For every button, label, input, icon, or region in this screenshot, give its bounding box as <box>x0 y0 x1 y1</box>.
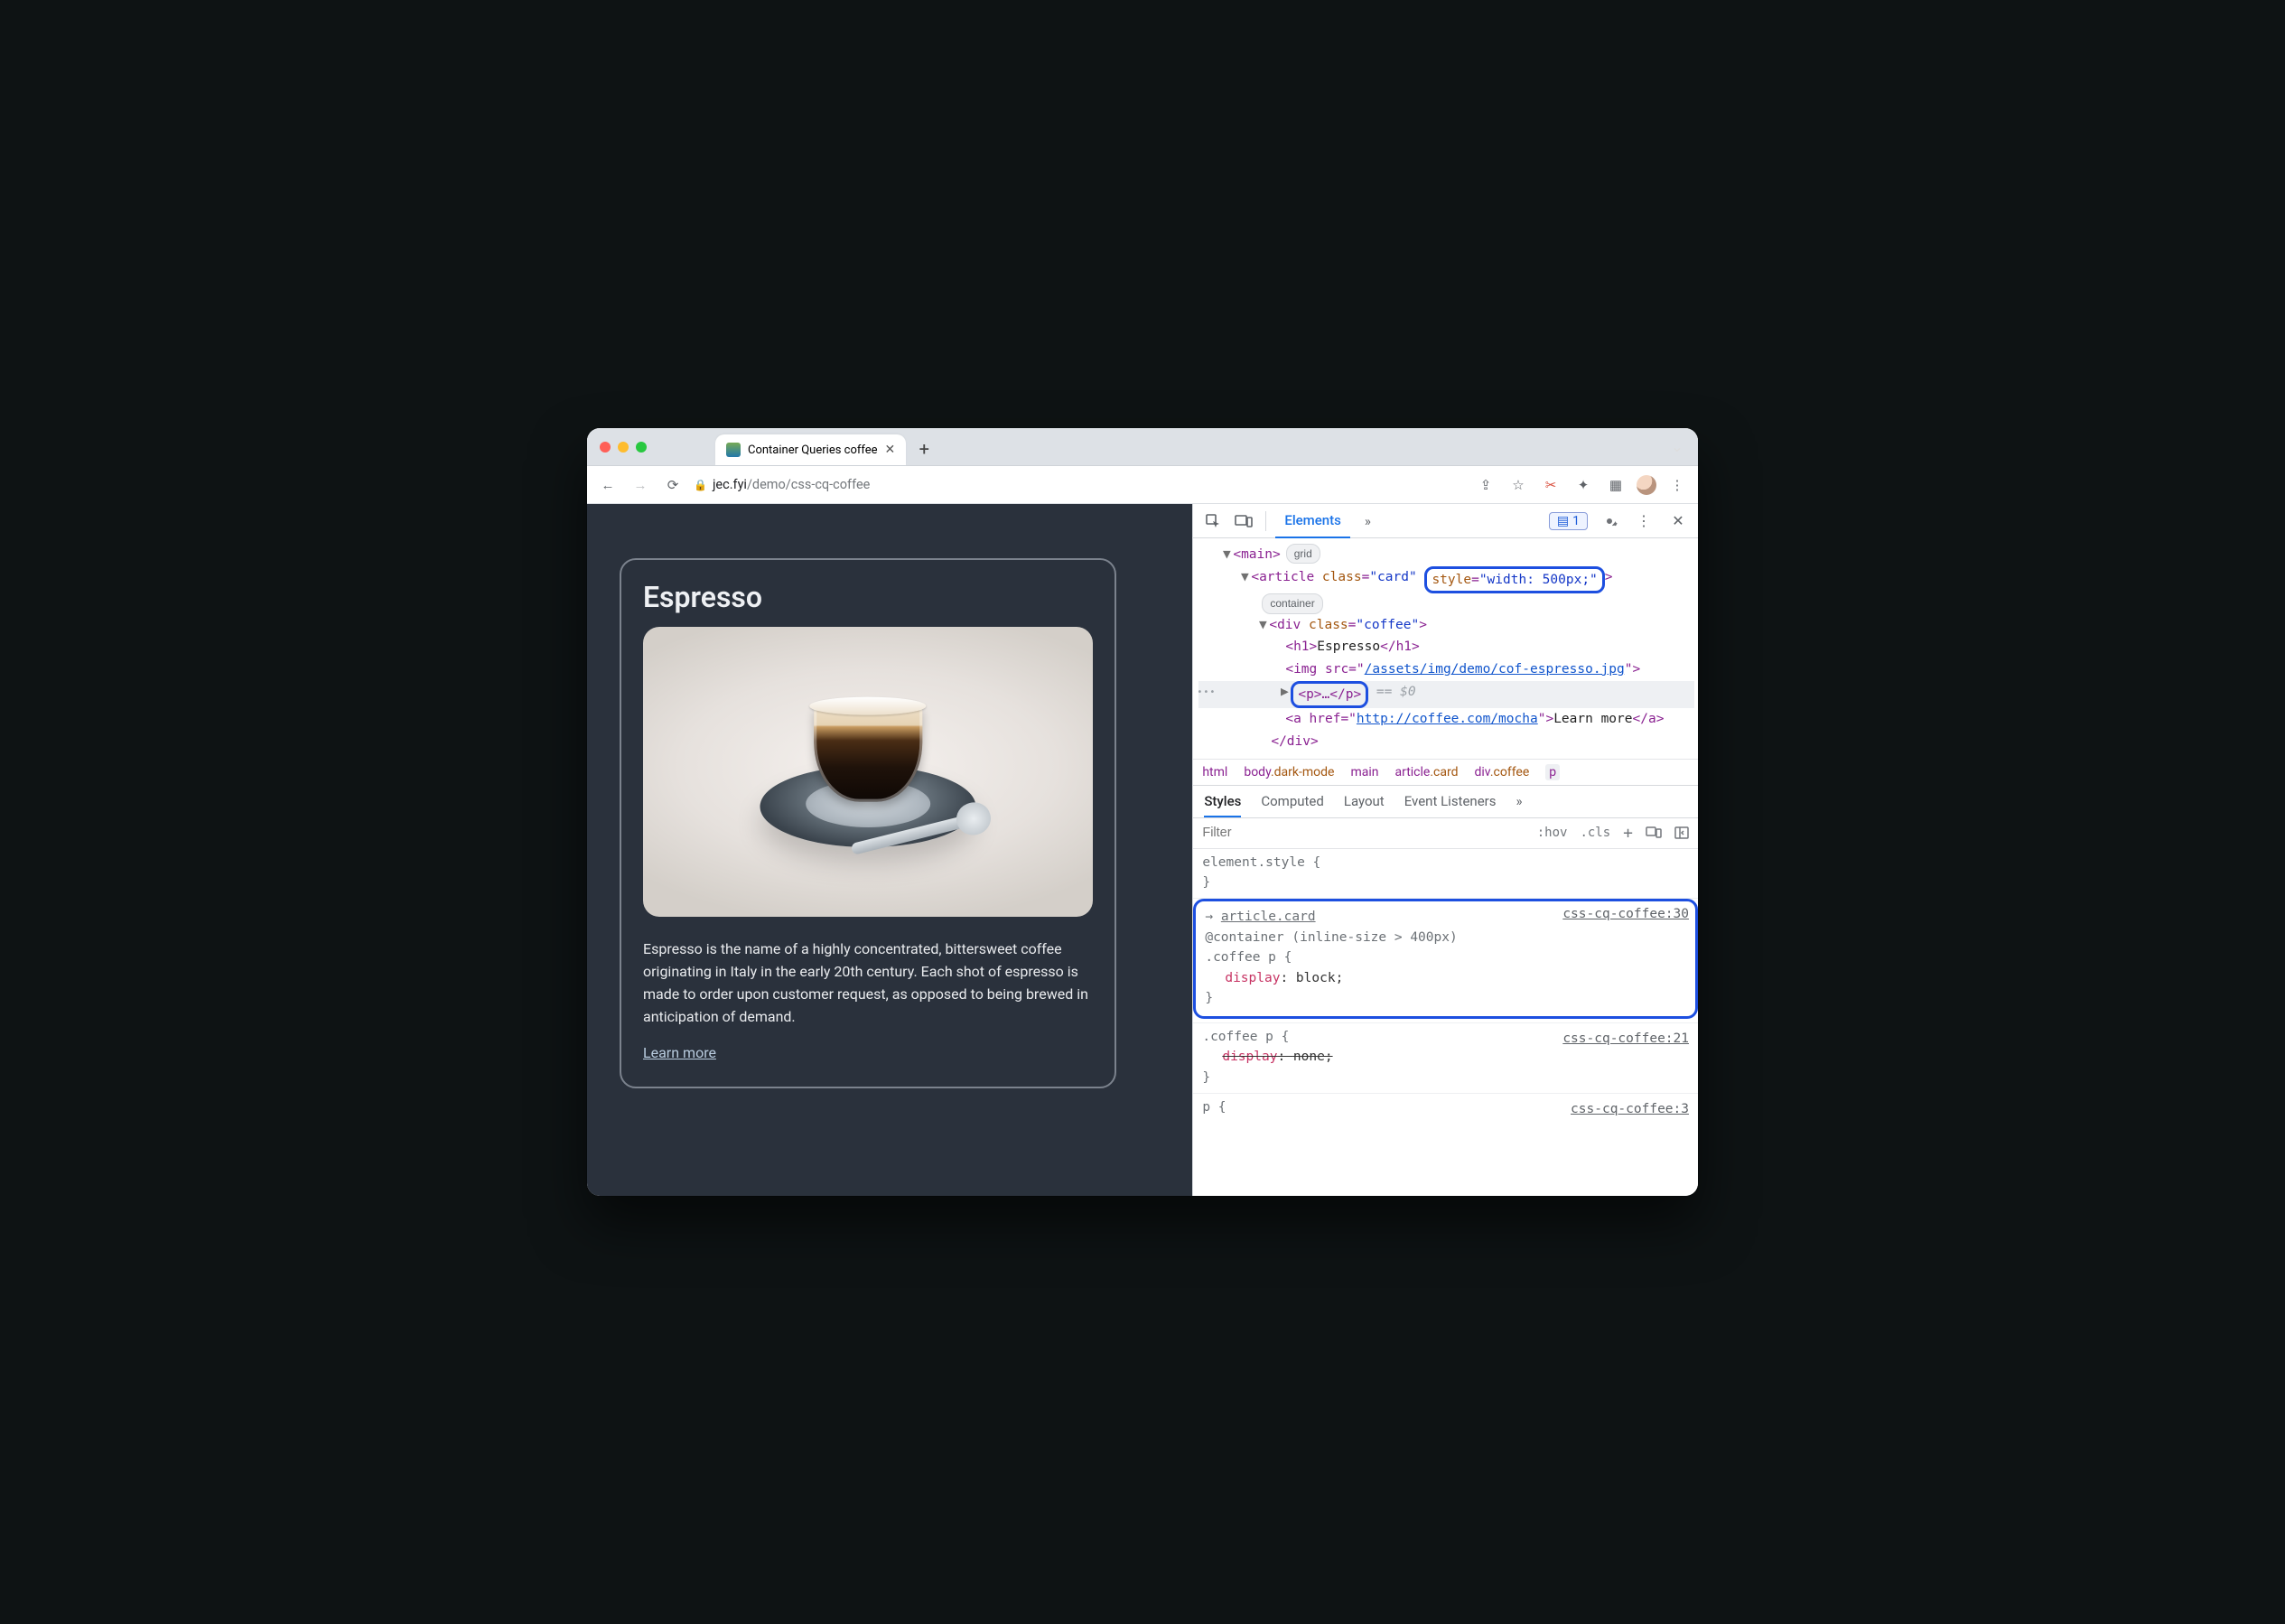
close-devtools-button[interactable]: ✕ <box>1665 509 1691 534</box>
tree-img[interactable]: <img src=" <box>1285 658 1364 681</box>
cls-toggle[interactable]: .cls <box>1580 826 1610 840</box>
tree-img-src[interactable]: /assets/img/demo/cof-espresso.jpg <box>1365 658 1625 681</box>
new-tab-button[interactable]: + <box>911 436 937 462</box>
address-bar[interactable]: 🔒 jec.fyi /demo/css-cq-coffee <box>694 477 870 492</box>
tab-strip: Container Queries coffee ✕ + ⌄ <box>587 428 1698 466</box>
share-button[interactable]: ⇪ <box>1474 473 1497 497</box>
tabs-overflow-button[interactable]: ⌄ <box>1664 428 1691 465</box>
reload-button[interactable]: ⟳ <box>661 473 685 497</box>
learn-more-link[interactable]: Learn more <box>643 1044 716 1061</box>
grid-badge[interactable]: grid <box>1286 544 1320 564</box>
highlight-container-rule: css-cq-coffee:30 → article.card @contain… <box>1193 899 1698 1018</box>
tree-anchor-href[interactable]: http://coffee.com/mocha <box>1357 708 1538 731</box>
devtools-tabbar: Elements » ▤ 1 ⋮ ✕ <box>1193 504 1698 538</box>
close-tab-button[interactable]: ✕ <box>885 443 896 457</box>
container-badge[interactable]: container <box>1262 593 1322 613</box>
forward-button[interactable]: → <box>629 473 652 497</box>
rendered-page: Espresso Espresso is the name of a highl… <box>587 504 1192 1196</box>
url-path: /demo/css-cq-coffee <box>747 477 870 492</box>
issues-badge[interactable]: ▤ 1 <box>1549 512 1588 530</box>
dom-breadcrumb[interactable]: html body.dark-mode main article.card di… <box>1193 759 1698 786</box>
devtools-menu-button[interactable]: ⋮ <box>1631 509 1656 534</box>
dom-tree[interactable]: ▼<main>grid ▼<article class="card" style… <box>1193 538 1698 759</box>
rule-source-21[interactable]: css-cq-coffee:21 <box>1562 1029 1689 1049</box>
coffee-image <box>643 627 1093 917</box>
close-window-button[interactable] <box>600 442 611 453</box>
elements-tab[interactable]: Elements <box>1275 505 1350 538</box>
back-button[interactable]: ← <box>596 473 620 497</box>
highlight-style-attr: style="width: 500px;" <box>1424 566 1604 594</box>
minimize-window-button[interactable] <box>618 442 629 453</box>
devtools-panel: Elements » ▤ 1 ⋮ ✕ ▼<main>grid ▼<ar <box>1192 504 1698 1196</box>
rule-source-3[interactable]: css-cq-coffee:3 <box>1571 1099 1689 1119</box>
crumb-div[interactable]: div.coffee <box>1475 765 1530 779</box>
inspect-element-button[interactable] <box>1200 509 1226 534</box>
chat-icon: ▤ <box>1557 514 1569 528</box>
rule-source-30[interactable]: css-cq-coffee:30 <box>1562 904 1689 924</box>
crumb-article[interactable]: article.card <box>1395 765 1459 779</box>
page-paragraph: Espresso is the name of a highly concent… <box>643 938 1093 1028</box>
article-card: Espresso Espresso is the name of a highl… <box>620 558 1116 1088</box>
computed-tab[interactable]: Computed <box>1261 786 1324 817</box>
styles-filter-input[interactable] <box>1202 826 1524 840</box>
hov-toggle[interactable]: :hov <box>1537 826 1568 840</box>
event-listeners-tab[interactable]: Event Listeners <box>1404 786 1497 817</box>
tree-div-coffee[interactable]: <div <box>1269 614 1309 637</box>
tree-anchor[interactable]: <a href=" <box>1285 708 1357 731</box>
browser-menu-button[interactable]: ⋮ <box>1665 473 1689 497</box>
page-heading: Espresso <box>643 580 1093 614</box>
subtabs-overflow[interactable]: » <box>1516 786 1522 817</box>
tab-title: Container Queries coffee <box>748 443 878 457</box>
lock-icon: 🔒 <box>694 479 707 491</box>
issues-count: 1 <box>1572 514 1580 528</box>
highlight-p-node: <p>…</p> <box>1291 681 1368 709</box>
tree-h1[interactable]: <h1> <box>1285 636 1317 658</box>
fullscreen-window-button[interactable] <box>636 442 647 453</box>
styles-tab[interactable]: Styles <box>1204 786 1241 817</box>
container-origin-link[interactable]: article.card <box>1221 910 1316 924</box>
tree-article[interactable]: <article <box>1251 566 1322 589</box>
bookmark-button[interactable]: ☆ <box>1506 473 1530 497</box>
eq0-label: == $0 <box>1376 681 1416 704</box>
at-container-text: @container (inline-size > 400px) <box>1205 928 1686 947</box>
rule-coffee-p[interactable]: css-cq-coffee:21 .coffee p { display: no… <box>1193 1023 1698 1094</box>
rule-p[interactable]: css-cq-coffee:3 p { <box>1193 1094 1698 1123</box>
style-rules[interactable]: element.style { } css-cq-coffee:30 → art… <box>1193 849 1698 1196</box>
rule-container-query[interactable]: css-cq-coffee:30 → article.card @contain… <box>1193 899 1698 1022</box>
settings-button[interactable] <box>1597 509 1622 534</box>
profile-avatar[interactable] <box>1637 475 1656 495</box>
window-controls <box>594 428 710 465</box>
crumb-p[interactable]: p <box>1545 764 1560 780</box>
styles-subtabs: Styles Computed Layout Event Listeners » <box>1193 786 1698 818</box>
content-row: Espresso Espresso is the name of a highl… <box>587 504 1698 1196</box>
toggle-sidebar-icon[interactable] <box>1674 826 1689 839</box>
tabs-overflow[interactable]: » <box>1356 504 1380 537</box>
browser-window: Container Queries coffee ✕ + ⌄ ← → ⟳ 🔒 j… <box>587 428 1698 1196</box>
styles-filter-bar: :hov .cls + <box>1193 818 1698 849</box>
extensions-button[interactable]: ✦ <box>1572 473 1595 497</box>
tab-switcher-button[interactable]: ▦ <box>1604 473 1627 497</box>
crumb-html[interactable]: html <box>1202 765 1227 779</box>
tree-main[interactable]: <main> <box>1233 544 1280 566</box>
device-styles-icon[interactable] <box>1646 826 1662 839</box>
browser-tab[interactable]: Container Queries coffee ✕ <box>715 434 906 465</box>
scissors-icon[interactable]: ✂ <box>1539 473 1562 497</box>
toolbar: ← → ⟳ 🔒 jec.fyi /demo/css-cq-coffee ⇪ ☆ … <box>587 466 1698 504</box>
new-rule-button[interactable]: + <box>1623 824 1633 843</box>
rule-element-style[interactable]: element.style { } <box>1193 849 1698 900</box>
crumb-main[interactable]: main <box>1350 765 1378 779</box>
url-host: jec.fyi <box>713 477 747 492</box>
layout-tab[interactable]: Layout <box>1344 786 1385 817</box>
tree-div-close[interactable]: </div> <box>1271 731 1318 753</box>
tree-selected-row[interactable]: ▶<p>…</p> == $0 <box>1198 681 1694 709</box>
cup-shape <box>814 703 922 801</box>
crumb-body[interactable]: body.dark-mode <box>1244 765 1334 779</box>
favicon-icon <box>726 443 741 457</box>
device-toolbar-button[interactable] <box>1231 509 1256 534</box>
